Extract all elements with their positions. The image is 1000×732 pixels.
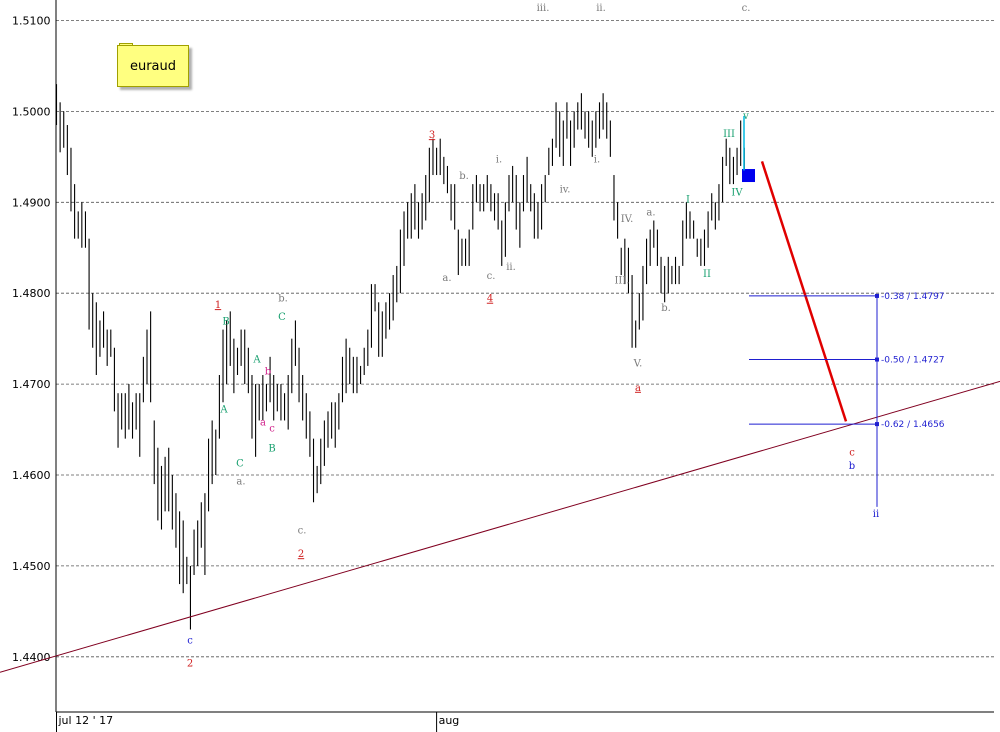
fib-level-label: -0.62 / 1.4656 [881,420,945,430]
wave-label: c [187,636,193,647]
wave-label: III [723,129,735,140]
wave-label: b. [661,303,671,314]
wave-label: a. [236,476,245,487]
wave-label: IV [731,187,743,198]
wave-label: V. [633,358,643,369]
y-tick-label: 1.4400 [12,651,51,664]
wave-label: c. [487,271,496,282]
y-tick-label: 1.4500 [12,560,51,573]
wave-label: i. [594,155,600,166]
fib-level-node [875,422,879,427]
fib-level-label: -0.50 / 1.4727 [881,356,945,366]
y-tick-label: 1.5100 [12,15,51,28]
wave-label: ii. [596,3,606,14]
wave-label: c [849,447,855,458]
fib-level-node [875,357,879,362]
y-tick-label: 1.4800 [12,287,51,300]
wave-label: 2 [298,549,304,560]
wave-label: iv. [560,185,571,196]
x-tick-label: jul 12 ' 17 [58,714,114,727]
fib-level-node [875,293,879,298]
wave-label: c. [298,526,307,537]
chart-panel: 1.5100 1.5000 1.4900 1.4800 1.4700 1.4600 1.45… [0,0,1000,732]
x-tick-label: aug [439,714,460,727]
wave-label: C [236,458,244,469]
y-tick-label: 1.5000 [12,105,51,118]
current-price-marker [742,169,755,183]
wave-label: IV. [621,214,634,225]
wave-label: 3 [429,130,435,141]
wave-label: II [703,269,711,280]
wave-label: I [686,195,690,206]
fib-level-label: -0.38 / 1.4797 [881,292,945,302]
wave-label: C [278,312,286,323]
wave-label: b [265,366,271,377]
wave-label: ii [873,509,879,520]
wave-label: a. [646,207,655,218]
wave-label: 1 [215,300,221,311]
wave-label: a. [442,273,451,284]
wave-label: a [260,417,266,428]
wave-label: A [219,405,228,416]
wave-label: c. [742,3,751,14]
wave-label: B [268,444,275,455]
wave-label: b. [278,294,288,305]
wave-label: c [269,424,275,435]
wave-label: iii. [537,3,550,14]
symbol-note[interactable]: euraud [117,45,189,87]
wave-label: b [849,461,855,472]
wave-label: 4 [487,294,493,305]
y-tick-label: 1.4700 [12,378,51,391]
wave-label: i. [496,155,502,166]
wave-label: 2 [187,658,193,669]
wave-label: a [635,383,641,394]
wave-label: b. [459,171,469,182]
wave-label: v [742,111,749,122]
price-chart: 1.5100 1.5000 1.4900 1.4800 1.4700 1.4600 1.45… [0,0,1000,732]
y-tick-label: 1.4900 [12,196,51,209]
wave-label: ii. [506,262,516,273]
wave-label: A [252,355,261,366]
wave-label: B [222,316,229,327]
y-tick-label: 1.4600 [12,469,51,482]
wave-label: III. [614,276,629,287]
